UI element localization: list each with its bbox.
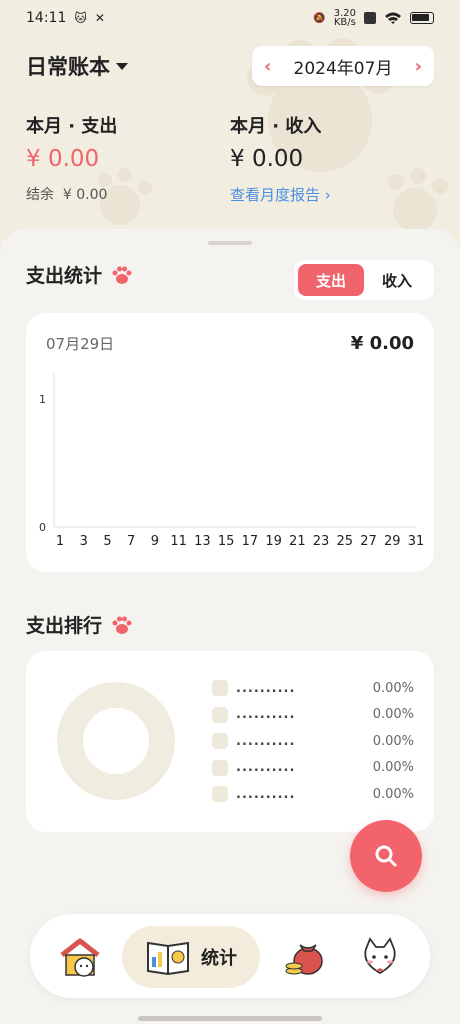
income-label: 本月 · 收入	[230, 116, 322, 137]
expense-label: 本月 · 支出	[26, 116, 118, 137]
x-tick-label: 13	[194, 534, 211, 549]
expense-stats-header: 支出统计	[26, 261, 134, 288]
y-tick-label: 1	[39, 393, 46, 406]
ranking-swatch	[212, 786, 228, 802]
x-tick-label: 19	[265, 534, 282, 549]
x-tick-label: 21	[289, 534, 306, 549]
x-tick-label: 23	[313, 534, 330, 549]
search-icon	[375, 845, 397, 867]
cat-house-icon	[60, 938, 100, 977]
ranking-row[interactable]: .......... 0.00%	[212, 759, 414, 777]
x-tick-label: 31	[408, 534, 425, 549]
chevron-right-icon[interactable]: ›	[415, 56, 422, 77]
ranking-swatch	[212, 706, 228, 723]
cat-notification-icon: 🐱	[74, 11, 87, 25]
ranking-swatch	[212, 680, 228, 696]
x-tick-label: 7	[127, 534, 135, 549]
x-tick-label: 1	[56, 534, 64, 549]
balance-row: 结余 ¥ 0.00	[26, 184, 117, 204]
money-bag-icon	[285, 944, 323, 975]
network-speed: 3.20 KB/s	[333, 9, 356, 28]
balance-label: 结余	[26, 187, 54, 203]
ranking-name: ..........	[236, 786, 296, 802]
ranking-name: ..........	[236, 680, 296, 696]
ranking-row[interactable]: .......... 0.00%	[212, 785, 414, 803]
ranking-row[interactable]: .......... 0.00%	[212, 732, 414, 750]
income-amount: ¥ 0.00	[230, 146, 304, 172]
ranking-percent: 0.00%	[372, 707, 414, 722]
month-summary: 本月 · 支出 ¥ 0.00 结余 ¥ 0.00 本月 · 收入 ¥ 0.00 …	[26, 112, 434, 212]
ranking-percent: 0.00%	[372, 760, 414, 775]
ranking-card: .......... 0.00%.......... 0.00%..........…	[26, 651, 434, 832]
battery-icon	[410, 12, 434, 24]
monthly-report-link[interactable]: 查看月度报告 ›	[230, 184, 331, 205]
bottom-nav: 统计	[30, 914, 430, 998]
mute-icon: 🔕	[313, 12, 326, 24]
donut-chart	[57, 682, 175, 800]
x-tick-label: 3	[80, 534, 88, 549]
sheet-drag-handle[interactable]	[208, 241, 252, 245]
ranking-row[interactable]: .......... 0.00%	[212, 679, 414, 697]
expense-amount: ¥ 0.00	[26, 146, 100, 172]
toggle-income[interactable]: 收入	[364, 264, 430, 296]
chevron-left-icon[interactable]: ‹	[264, 56, 271, 77]
expense-ranking-title: 支出排行	[26, 615, 103, 637]
ranking-percent: 0.00%	[372, 786, 414, 802]
expense-income-toggle: 支出 收入	[294, 260, 434, 300]
ranking-percent: 0.00%	[372, 733, 414, 749]
wifi-icon	[385, 12, 401, 24]
x-tick-label: 27	[360, 534, 377, 549]
expense-ranking-header: 支出排行	[26, 611, 134, 638]
book-chart-icon	[147, 941, 189, 976]
month-label[interactable]: 2024年07月	[294, 54, 393, 79]
ranking-name: ..........	[236, 707, 296, 722]
ranking-swatch	[212, 759, 228, 776]
speed-unit: KB/s	[333, 17, 356, 28]
stats-sheet: 支出统计 支出 收入 07月29日 ¥ 0.00 0 1 1 3 5 7 9 11 13 15 17…	[0, 229, 460, 1024]
ranking-name: ..........	[236, 733, 296, 749]
toggle-expense[interactable]: 支出	[298, 264, 364, 296]
expense-summary: 本月 · 支出 ¥ 0.00 结余 ¥ 0.00	[26, 112, 117, 204]
nav-wallet[interactable]	[278, 926, 334, 988]
x-tick-label: 29	[384, 534, 401, 549]
book-title: 日常账本	[26, 55, 110, 79]
header: 日常账本 ‹ 2024年07月 ›	[26, 46, 434, 86]
nav-home[interactable]	[52, 926, 108, 988]
paw-icon	[112, 266, 132, 284]
x-tick-label: 9	[151, 534, 159, 549]
cat-face-icon	[364, 937, 396, 975]
book-selector[interactable]: 日常账本	[26, 51, 128, 81]
nav-stats-label: 统计	[201, 948, 237, 969]
month-picker: ‹ 2024年07月 ›	[252, 46, 434, 86]
status-bar: 14:11 🐱 ✕ 🔕 3.20 KB/s	[0, 0, 460, 36]
income-summary: 本月 · 收入 ¥ 0.00 查看月度报告 ›	[230, 112, 331, 205]
paw-icon	[112, 616, 132, 634]
x-tick-label: 15	[218, 534, 235, 549]
ranking-row[interactable]: .......... 0.00%	[212, 706, 414, 724]
daily-expense-chart: 011 3 5 7 9 11 13 15 17 19 21 23 25 27 29 31	[39, 373, 425, 549]
balance-amount: ¥ 0.00	[62, 187, 108, 203]
expense-stats-title: 支出统计	[26, 265, 103, 287]
ranking-swatch	[212, 733, 228, 749]
search-button[interactable]	[350, 820, 422, 892]
status-time: 14:11	[26, 10, 67, 26]
sim-icon	[364, 12, 376, 24]
x-tick-label: 25	[337, 534, 354, 549]
x-tick-label: 11	[170, 534, 187, 549]
y-tick-label: 0	[39, 521, 46, 534]
ranking-percent: 0.00%	[372, 680, 414, 696]
ranking-name: ..........	[236, 760, 296, 775]
x-tick-label: 17	[242, 534, 259, 549]
x-tick-label: 5	[103, 534, 111, 549]
nav-stats[interactable]: 统计	[122, 926, 260, 988]
tools-icon: ✕	[94, 11, 105, 25]
nav-profile[interactable]	[352, 926, 408, 988]
daily-chart-card: 07月29日 ¥ 0.00 0 1 1 3 5 7 9 11 13 15 17 19 21 23 25 27 2…	[26, 313, 434, 572]
home-indicator	[138, 1016, 322, 1021]
caret-down-icon	[116, 62, 128, 70]
